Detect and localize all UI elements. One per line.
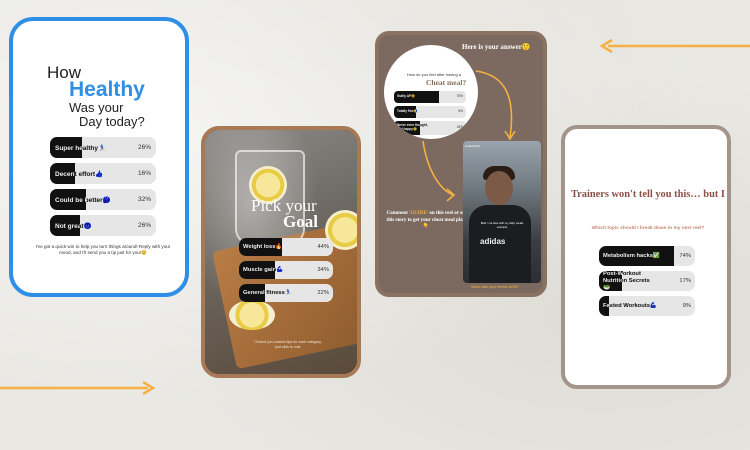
card-cheat-meal-answer: Here is your answer🙂 How do you feel aft… — [375, 31, 547, 297]
comment-keyword: 'GUIDE' — [409, 211, 429, 216]
poll-option[interactable]: Super healthy🏃 26% — [50, 137, 156, 158]
card3-share-text: Share with your friends NOW! — [471, 285, 519, 289]
card2-poll: Weight loss🔥 44% Muscle gain💪 34% General … — [239, 238, 333, 302]
poll-option[interactable]: Muscle gain💪 34% — [239, 261, 333, 279]
arrow-left-icon — [599, 38, 750, 54]
poll-option-label: Totally fine😋 — [397, 109, 418, 114]
card3-question-line1: How do you feel after having a — [406, 72, 462, 77]
card-healthy-day-poll: How Healthy Was your Day today? Super he… — [9, 17, 189, 297]
poll-option-percent: 9% — [682, 302, 691, 309]
poll-option[interactable]: Decent effort👍 16% — [50, 163, 156, 184]
poll-option-percent: 22% — [317, 290, 329, 296]
card1-title-line3: Was your — [69, 100, 124, 115]
person-head — [485, 171, 513, 205]
poll-option[interactable]: Never even thought, just happy😊 18% — [394, 121, 466, 135]
curved-arrow-icon — [475, 70, 516, 141]
poll-option-percent: 16% — [137, 170, 151, 177]
poll-option-label: Not great😐 — [55, 222, 92, 230]
shirt-logo: adidas — [480, 237, 506, 246]
poll-option-label: Post-Workout Nutrition Secrets🥗 — [603, 271, 650, 291]
poll-option-label: Never even thought, just happy😊 — [397, 123, 428, 131]
reel-preview[interactable]: aniketthakur Bulk / cut plan with my dai… — [463, 141, 541, 283]
poll-option-percent: 17% — [679, 277, 691, 284]
card1-poll: Super healthy🏃 26% Decent effort👍 16% Coul… — [50, 137, 156, 236]
card-trainers-topic-poll: Trainers won't tell you this… but I will… — [561, 125, 731, 389]
poll-option-percent: 26% — [137, 222, 151, 229]
card-pick-your-goal-poll: Pick your Goal Weight loss🔥 44% Muscle ga… — [201, 126, 361, 378]
poll-option[interactable]: Metabolism hacks✅ 74% — [599, 246, 695, 266]
card3-comment-cta: Comment 'GUIDE' on this reel or on this … — [385, 211, 467, 231]
lemon-slice-icon — [229, 300, 275, 330]
poll-option-label: Metabolism hacks✅ — [603, 252, 661, 259]
poll-option-percent: 75% — [456, 94, 463, 99]
poll-option-label: Decent effort👍 — [55, 170, 104, 178]
poll-option-percent: 6% — [458, 109, 463, 114]
card1-title-line2: Healthy — [69, 78, 145, 101]
poll-option[interactable]: Totally fine😋 6% — [394, 106, 466, 118]
poll-option[interactable]: Weight loss🔥 44% — [239, 238, 333, 256]
poll-option-label: Guilty AF😩 — [397, 94, 416, 99]
poll-option-label: Could be better🤔 — [55, 196, 111, 204]
poll-option-percent: 74% — [679, 252, 691, 259]
poll-option-label: Muscle gain💪 — [243, 267, 284, 273]
poll-option-percent: 44% — [317, 244, 329, 250]
card1-title-line4: Day today? — [79, 114, 145, 129]
poll-option[interactable]: Could be better🤔 32% — [50, 189, 156, 210]
card3-poll: Guilty AF😩 75% Totally fine😋 6% Never even… — [394, 91, 466, 135]
poll-option[interactable]: Not great😐 26% — [50, 215, 156, 236]
reel-handle: aniketthakur — [465, 144, 481, 148]
reel-caption: Bulk / cut plan with my daily meals exam… — [480, 221, 524, 229]
poll-option[interactable]: Post-Workout Nutrition Secrets🥗 17% — [599, 271, 695, 291]
card4-poll: Metabolism hacks✅ 74% Post-Workout Nutrit… — [599, 246, 695, 316]
card1-note: I've got a quick win to help you turn th… — [35, 244, 171, 255]
poll-option[interactable]: Guilty AF😩 75% — [394, 91, 466, 103]
poll-bubble: How do you feel after having a Cheat mea… — [384, 45, 478, 139]
poll-option-percent: 34% — [317, 267, 329, 273]
curved-arrow-icon — [422, 140, 456, 202]
poll-option-label: General fitness🏃 — [243, 290, 293, 296]
card4-subtitle: Which topic should I break down in my ne… — [591, 226, 705, 231]
poll-option-percent: 26% — [137, 144, 151, 151]
poll-option-percent: 18% — [456, 125, 463, 130]
poll-option[interactable]: Fasted Workouts💪 9% — [599, 296, 695, 316]
poll-option-label: Fasted Workouts💪 — [603, 302, 658, 309]
poll-option-label: Super healthy🏃 — [55, 144, 107, 152]
poll-option-label: Weight loss🔥 — [243, 244, 283, 250]
card3-answer-heading: Here is your answer🙂 — [462, 43, 531, 51]
card4-title: Trainers won't tell you this… but I will… — [571, 189, 731, 200]
poll-option[interactable]: General fitness🏃 22% — [239, 284, 333, 302]
card2-heading-line2: Goal — [283, 212, 318, 231]
card2-note: I'll send you custom tips for each categ… — [254, 340, 322, 349]
card3-question-line2: Cheat meal? — [426, 78, 467, 87]
arrow-right-icon — [0, 380, 156, 396]
poll-option-percent: 32% — [137, 196, 151, 203]
comment-prefix: Comment — [386, 211, 408, 216]
